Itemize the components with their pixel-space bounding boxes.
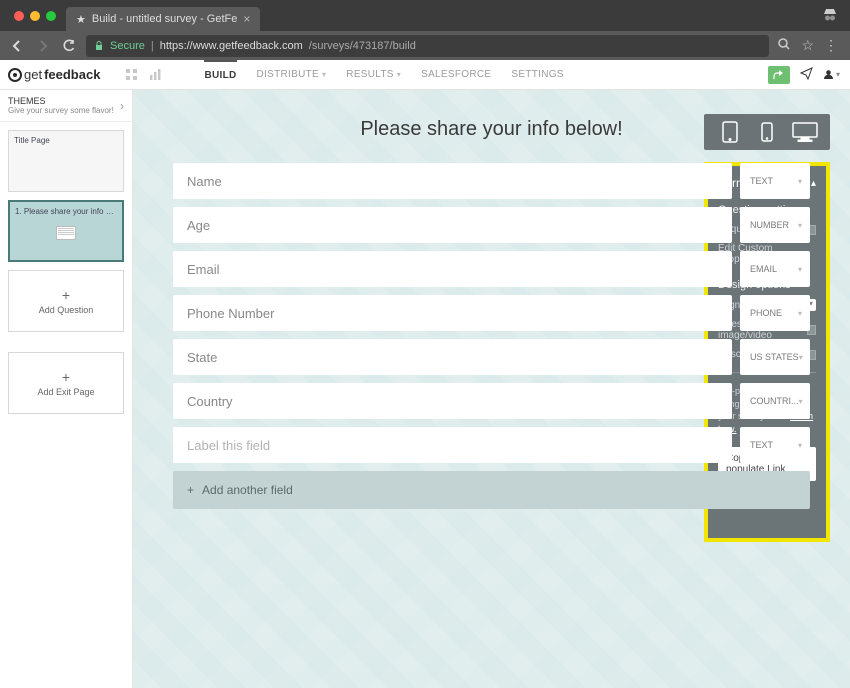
user-menu[interactable]: ▾	[823, 69, 840, 80]
field-type-select[interactable]: COUNTRI...▾	[740, 383, 810, 419]
url-host: https://www.getfeedback.com	[160, 40, 303, 52]
form-field-row: State US STATES▾	[173, 339, 810, 375]
add-exit-page-button[interactable]: + Add Exit Page	[8, 352, 124, 414]
brand-logo[interactable]: getfeedback	[8, 67, 100, 82]
themes-subtitle: Give your survey some flavor!	[8, 106, 114, 115]
nav-tab-salesforce[interactable]: SALESFORCE	[421, 60, 491, 89]
favicon-star-icon: ★	[76, 13, 86, 26]
form-field-row: Country COUNTRI...▾	[173, 383, 810, 419]
app-header: getfeedback BUILD DISTRIBUTE▾ RESULTS▾ S…	[0, 60, 850, 90]
form-field-row: Email EMAIL▾	[173, 251, 810, 287]
close-window[interactable]	[14, 11, 24, 21]
tab-title: Build - untitled survey - GetFe	[92, 13, 238, 25]
incognito-icon	[822, 8, 838, 25]
send-icon[interactable]	[800, 67, 813, 83]
browser-tabstrip: ★ Build - untitled survey - GetFe ×	[0, 0, 850, 31]
window-controls	[8, 1, 66, 31]
field-type-select[interactable]: US STATES▾	[740, 339, 810, 375]
reload-button[interactable]	[60, 37, 78, 55]
url-box[interactable]: Secure | https://www.getfeedback.com/sur…	[86, 35, 769, 57]
grid-view-icon[interactable]	[122, 66, 140, 84]
chevron-down-icon: ▾	[798, 441, 802, 450]
form-title[interactable]: Please share your info below!	[173, 118, 810, 141]
field-type-select[interactable]: NUMBER▾	[740, 207, 810, 243]
lock-icon	[94, 41, 104, 51]
nav-tab-results[interactable]: RESULTS▾	[346, 60, 401, 89]
page-thumb-form[interactable]: 1. Please share your info bel...	[8, 200, 124, 262]
field-type-select[interactable]: TEXT▾	[740, 427, 810, 463]
field-type-select[interactable]: EMAIL▾	[740, 251, 810, 287]
field-label-input[interactable]: State	[173, 339, 732, 375]
stats-view-icon[interactable]	[146, 66, 164, 84]
tab-close-icon[interactable]: ×	[243, 12, 250, 26]
page-thumb-title[interactable]: Title Page	[8, 130, 124, 192]
themes-button[interactable]: THEMES Give your survey some flavor! ›	[0, 90, 132, 122]
field-label-input[interactable]: Email	[173, 251, 732, 287]
form-field-row: Name TEXT▾	[173, 163, 810, 199]
themes-title: THEMES	[8, 96, 114, 106]
chevron-down-icon: ▾	[322, 70, 326, 79]
chevron-down-icon: ▾	[798, 265, 802, 274]
plus-icon: +	[187, 483, 194, 497]
add-field-button[interactable]: + Add another field	[173, 471, 810, 509]
field-type-select[interactable]: PHONE▾	[740, 295, 810, 331]
field-label-input[interactable]: Age	[173, 207, 732, 243]
thumb-label: 1. Please share your info bel...	[15, 207, 117, 216]
nav-tab-distribute[interactable]: DISTRIBUTE▾	[257, 60, 327, 89]
search-url-icon[interactable]	[777, 37, 791, 54]
page-sidebar: THEMES Give your survey some flavor! › T…	[0, 90, 133, 688]
share-button[interactable]	[768, 66, 790, 84]
chevron-down-icon: ▾	[799, 353, 803, 362]
add-field-label: Add another field	[202, 483, 293, 497]
chevron-down-icon: ▾	[798, 177, 802, 186]
nav-tab-build[interactable]: BUILD	[204, 60, 236, 89]
form-field-row: Label this field TEXT▾	[173, 427, 810, 463]
form-field-row: Phone Number PHONE▾	[173, 295, 810, 331]
plus-icon: +	[62, 287, 70, 303]
chevron-down-icon: ▾	[798, 309, 802, 318]
bookmark-star-icon[interactable]: ☆	[801, 37, 814, 54]
main-nav-tabs: BUILD DISTRIBUTE▾ RESULTS▾ SALESFORCE SE…	[204, 60, 563, 89]
add-question-button[interactable]: + Add Question	[8, 270, 124, 332]
field-label-input[interactable]: Name	[173, 163, 732, 199]
add-question-label: Add Question	[39, 305, 94, 315]
field-label-input[interactable]: Phone Number	[173, 295, 732, 331]
address-bar: Secure | https://www.getfeedback.com/sur…	[0, 31, 850, 60]
url-path: /surveys/473187/build	[309, 40, 416, 52]
builder-canvas: Please share your info below! Name TEXT▾…	[133, 90, 850, 688]
maximize-window[interactable]	[46, 11, 56, 21]
thumb-label: Title Page	[14, 136, 118, 145]
add-exit-label: Add Exit Page	[37, 387, 94, 397]
chevron-down-icon: ▾	[397, 70, 401, 79]
chevron-down-icon: ▾	[799, 397, 803, 406]
brand-prefix: get	[24, 67, 42, 82]
thumb-preview-icon	[56, 226, 76, 240]
chevron-right-icon: ›	[120, 99, 124, 113]
browser-menu-icon[interactable]: ⋮	[824, 37, 838, 54]
forward-button[interactable]	[34, 37, 52, 55]
chevron-down-icon: ▾	[798, 221, 802, 230]
plus-icon: +	[62, 369, 70, 385]
browser-tab[interactable]: ★ Build - untitled survey - GetFe ×	[66, 7, 260, 31]
brand-icon	[8, 68, 22, 82]
field-type-select[interactable]: TEXT▾	[740, 163, 810, 199]
back-button[interactable]	[8, 37, 26, 55]
field-label-input-placeholder[interactable]: Label this field	[173, 427, 732, 463]
minimize-window[interactable]	[30, 11, 40, 21]
secure-label: Secure	[110, 40, 145, 52]
view-mode-icons	[122, 66, 164, 84]
brand-suffix: feedback	[44, 67, 100, 82]
nav-tab-settings[interactable]: SETTINGS	[511, 60, 563, 89]
form-field-row: Age NUMBER▾	[173, 207, 810, 243]
field-label-input[interactable]: Country	[173, 383, 732, 419]
